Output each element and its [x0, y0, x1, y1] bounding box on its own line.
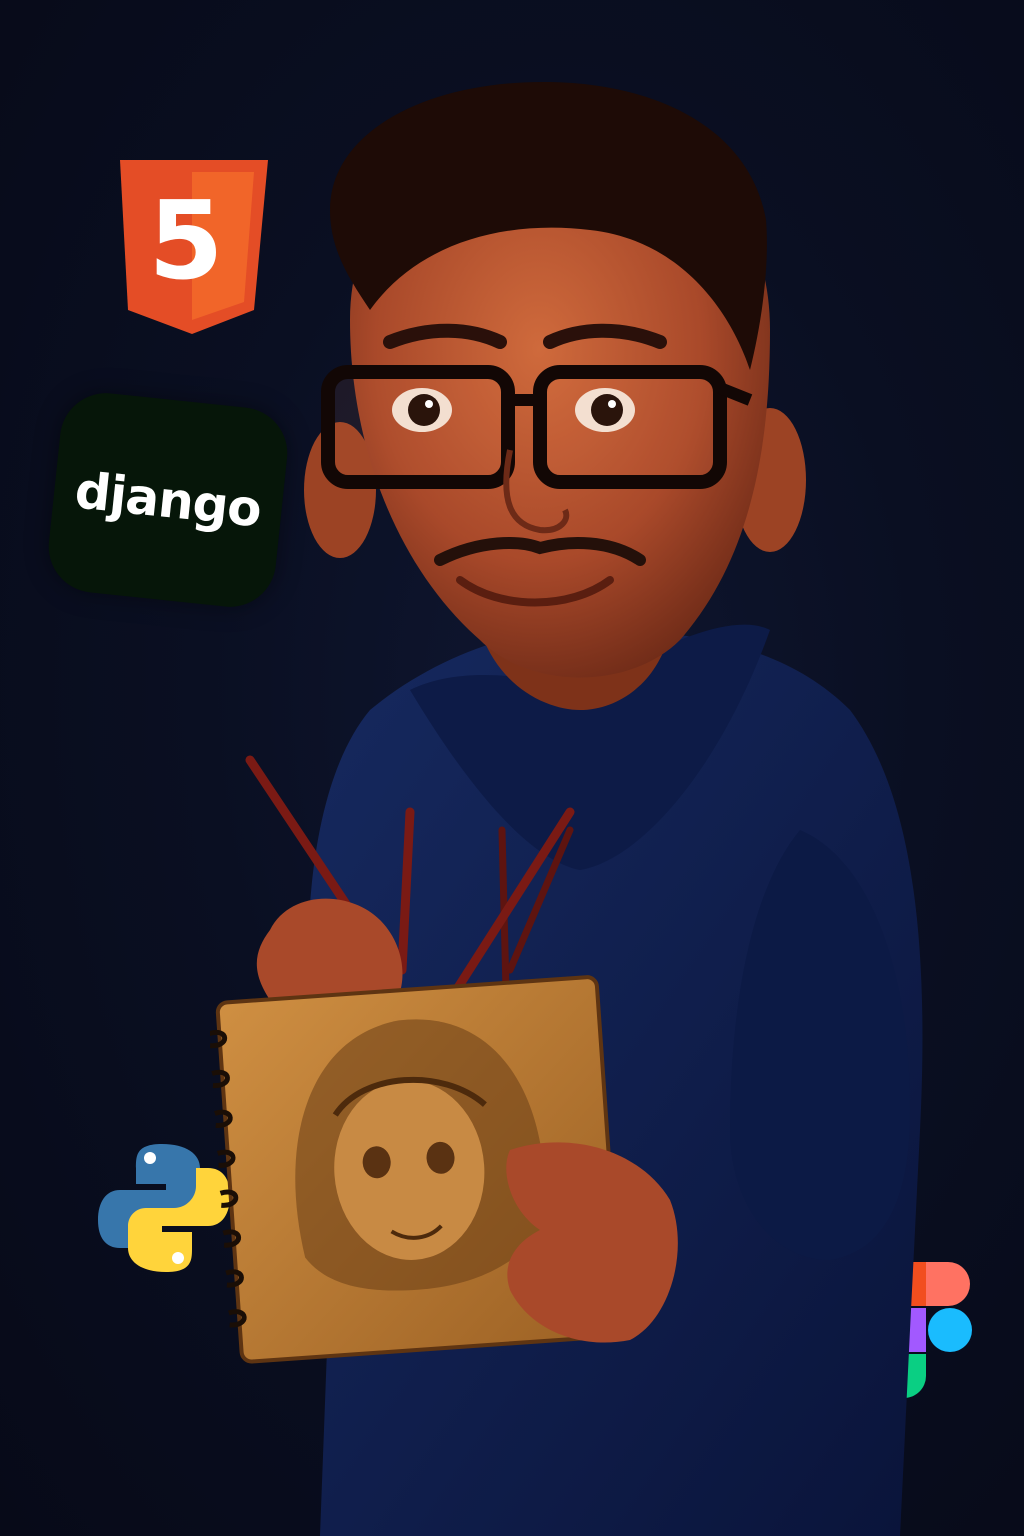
avatar-illustration: [210, 81, 923, 1536]
scene-background: 5 django: [0, 0, 1024, 1536]
